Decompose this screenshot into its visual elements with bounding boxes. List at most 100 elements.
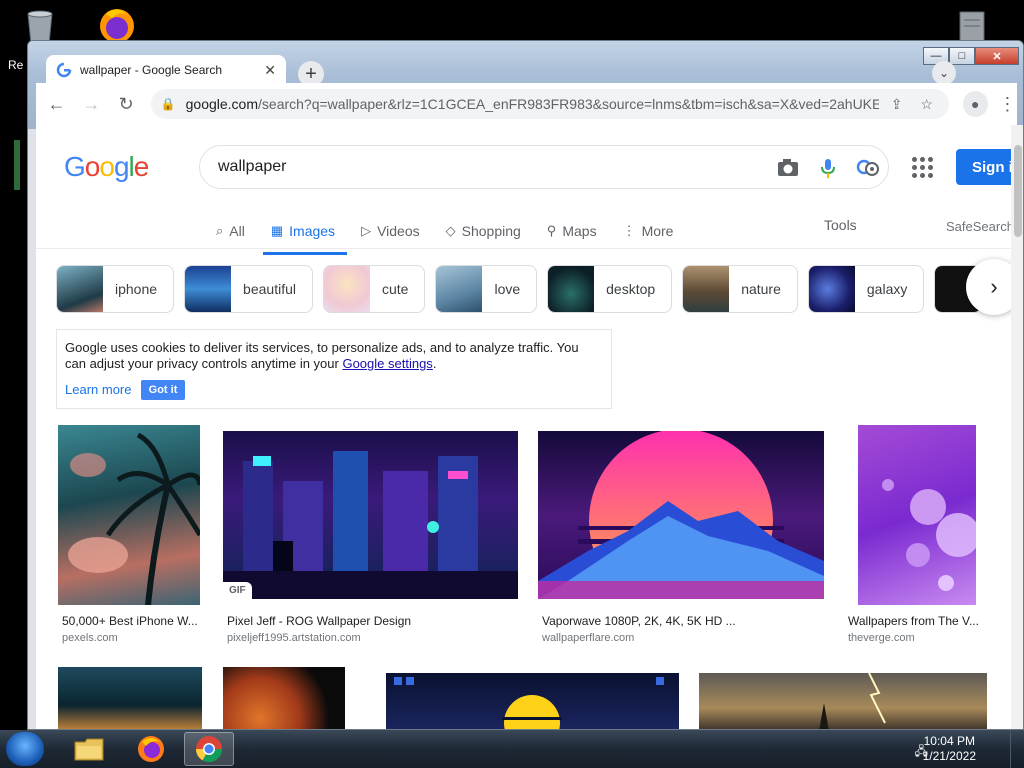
gif-badge: GIF [223,582,252,599]
result-image[interactable] [386,673,679,729]
clock-time: 10:04 PM [923,734,975,748]
chip-label: cute [381,281,409,297]
tab-label: More [641,223,674,239]
result-image[interactable] [58,667,202,729]
storm-landscape-image [819,673,886,729]
chip-thumbnail [185,266,232,312]
cookie-text-end: . [432,356,437,371]
google-images-page: Google wallpaper Sign i ⌕ All ▦ Images ▷… [36,125,1011,729]
result-source[interactable]: wallpaperflare.com [542,632,634,644]
recycle-bin-label: Re [8,58,24,72]
taskbar-chrome[interactable] [184,732,234,766]
tab-label: Images [289,223,336,239]
scrollbar-thumb[interactable] [1014,145,1022,237]
result-title[interactable]: Wallpapers from The V... [848,614,979,628]
chrome-menu-icon[interactable]: ⋮ [998,94,1017,115]
chip-desktop[interactable]: desktop [547,265,673,313]
forward-button[interactable]: → [77,89,106,119]
microphone-icon[interactable] [808,157,848,179]
search-input[interactable]: wallpaper [199,145,889,189]
more-vert-icon: ⋮ [622,223,636,238]
bookmark-star-icon[interactable]: ☆ [915,96,939,113]
tab-shopping[interactable]: ◇ Shopping [446,213,521,249]
chip-thumbnail [548,266,595,312]
learn-more-link[interactable]: Learn more [65,382,131,398]
camera-icon[interactable] [768,157,808,179]
taskbar-explorer[interactable] [64,732,114,766]
tools-button[interactable]: Tools [824,217,857,233]
sign-in-button[interactable]: Sign i [956,149,1011,185]
logo-letter: e [133,151,150,182]
back-button[interactable]: ← [42,89,71,119]
chip-beautiful[interactable]: beautiful [184,265,313,313]
page-scrollbar[interactable] [1011,125,1023,729]
show-desktop-button[interactable] [1010,730,1024,768]
result-image[interactable] [223,667,345,729]
image-icon: ▦ [270,223,284,238]
result-source[interactable]: pixeljeff1995.artstation.com [227,632,361,644]
result-title[interactable]: Vaporwave 1080P, 2K, 4K, 5K HD ... [542,614,736,628]
windows-taskbar: 🖧 10:04 PM 1/21/2022 [0,730,1024,768]
chip-cute[interactable]: cute [322,265,426,313]
chip-nature[interactable]: nature [682,265,798,313]
result-source[interactable]: pexels.com [62,632,118,644]
tab-maps[interactable]: ⚲ Maps [547,213,597,249]
tab-label: All [229,223,245,239]
header-divider [36,248,1011,249]
tab-all[interactable]: ⌕ All [216,213,245,249]
pixel-city-image [223,451,518,599]
tag-icon: ◇ [445,223,456,238]
chip-label: beautiful [243,281,296,297]
chip-iphone[interactable]: iphone [56,265,175,313]
tab-label: Shopping [461,223,521,239]
chip-label: desktop [606,281,656,297]
palm-tree-image [68,432,200,605]
result-title[interactable]: 50,000+ Best iPhone W... [62,614,198,628]
close-window-button[interactable]: ✕ [975,47,1019,65]
tab-close-icon[interactable]: ✕ [264,62,276,79]
result-image[interactable] [699,673,987,729]
chip-thumbnail [808,266,855,312]
tab-google-search[interactable]: wallpaper - Google Search ✕ [46,55,286,85]
cookie-text: Google uses cookies to deliver its servi… [65,340,579,371]
google-settings-link[interactable]: Google settings [342,356,432,371]
result-source[interactable]: theverge.com [848,632,915,644]
result-image[interactable] [538,431,824,599]
google-logo[interactable]: Google [64,151,150,183]
firefox-desktop-icon[interactable] [94,4,140,44]
result-image[interactable] [58,425,200,605]
chip-thumbnail [683,266,730,312]
tab-search-button[interactable]: ⌄ [932,61,956,85]
desktop-icon-sliver [14,140,20,190]
tab-videos[interactable]: ▷ Videos [361,213,420,249]
address-bar[interactable]: 🔒 google.com/search?q=wallpaper&rlz=1C1G… [150,89,949,119]
result-title[interactable]: Pixel Jeff - ROG Wallpaper Design [227,614,411,628]
start-button[interactable] [6,732,44,766]
lock-icon[interactable]: 🔒 [161,97,176,111]
chip-love[interactable]: love [435,265,538,313]
map-pin-icon: ⚲ [546,223,557,238]
tab-label: Maps [562,223,597,239]
document-desktop-icon[interactable] [952,8,992,44]
got-it-button[interactable]: Got it [141,380,185,400]
google-apps-icon[interactable] [912,157,934,179]
tab-more[interactable]: ⋮ More [623,213,674,249]
search-settings-icon[interactable] [848,157,888,179]
chip-thumbnail [323,266,370,312]
reload-button[interactable]: ↻ [112,89,141,119]
safesearch-button[interactable]: SafeSearch [946,219,1011,234]
tab-images[interactable]: ▦ Images [262,213,348,255]
url-text[interactable]: google.com/search?q=wallpaper&rlz=1C1GCE… [186,96,879,112]
search-query[interactable]: wallpaper [218,158,286,176]
result-image[interactable] [858,425,976,605]
tab-strip: wallpaper - Google Search ✕ + ⌄ [36,49,976,87]
system-clock[interactable]: 10:04 PM 1/21/2022 [923,734,976,764]
share-icon[interactable]: ⇪ [885,96,909,113]
chip-label: love [494,281,521,297]
taskbar-firefox[interactable] [126,732,176,766]
profile-avatar-icon[interactable]: ● [962,91,988,117]
chip-label: galaxy [866,281,908,297]
chrome-icon [195,736,223,763]
chip-galaxy[interactable]: galaxy [807,265,925,313]
result-image[interactable]: GIF [223,431,518,599]
